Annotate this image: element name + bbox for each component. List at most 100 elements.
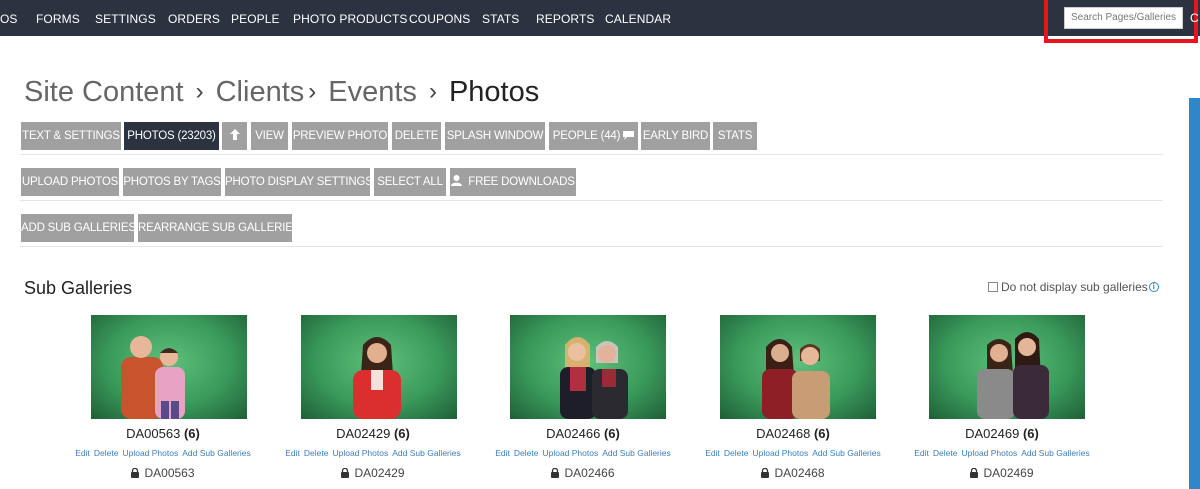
gallery-lock-name: DA02429 (354, 466, 405, 480)
text-settings-button[interactable]: TEXT & SETTINGS (21, 122, 121, 150)
gallery-name: DA02469 (965, 426, 1020, 441)
top-nav: OS FORMS SETTINGS ORDERS PEOPLE PHOTO PR… (0, 0, 1200, 43)
nav-overflow-text: C (1190, 11, 1199, 25)
row-divider (20, 246, 1163, 247)
people-button-label: PEOPLE (44) (552, 130, 621, 142)
upload-photos-link[interactable]: Upload Photos (122, 448, 178, 458)
nav-item-photos[interactable]: OS (0, 12, 18, 26)
add-sub-galleries-link[interactable]: Add Sub Galleries (812, 448, 881, 458)
free-downloads-button[interactable]: FREE DOWNLOADS (450, 168, 576, 196)
gallery-thumbnail[interactable] (301, 315, 457, 419)
hide-sub-galleries-label[interactable]: Do not display sub galleries (1001, 280, 1148, 294)
upload-arrow-button[interactable] (222, 122, 247, 150)
gallery-title[interactable]: DA02469 (6) (897, 426, 1107, 441)
rearrange-sub-galleries-button[interactable]: REARRANGE SUB GALLERIES (138, 214, 300, 242)
nav-item-calendar[interactable]: CALENDAR (605, 12, 671, 26)
people-button[interactable]: PEOPLE (44) (549, 122, 638, 150)
photo-display-settings-button[interactable]: PHOTO DISPLAY SETTINGS (225, 168, 373, 196)
upload-photos-link[interactable]: Upload Photos (332, 448, 388, 458)
breadcrumb-site-content[interactable]: Site Content (24, 76, 184, 109)
search-input[interactable]: Search Pages/Galleries (1064, 7, 1183, 29)
preview-photo-button[interactable]: PREVIEW PHOTO (292, 122, 388, 150)
gallery-lock-row: DA02468 (688, 466, 898, 480)
hide-sub-galleries-checkbox[interactable] (988, 282, 998, 292)
edit-link[interactable]: Edit (914, 448, 929, 458)
gallery-lock-row: DA00563 (58, 466, 268, 480)
photos-by-tags-button[interactable]: PHOTOS BY TAGS (123, 168, 221, 196)
gallery-thumbnail[interactable] (510, 315, 666, 419)
splash-window-button[interactable]: SPLASH WINDOW (445, 122, 545, 150)
gallery-title[interactable]: DA02468 (6) (688, 426, 898, 441)
nav-item-photo-products[interactable]: PHOTO PRODUCTS (293, 12, 408, 26)
gallery-lock-row: DA02469 (897, 466, 1107, 480)
arrow-up-icon (229, 129, 240, 140)
stats-button[interactable]: STATS (713, 122, 757, 150)
user-icon (451, 175, 463, 186)
delete-link[interactable]: Delete (304, 448, 329, 458)
breadcrumb-separator: › (308, 78, 317, 105)
view-button[interactable]: VIEW (251, 122, 288, 150)
row-divider (20, 200, 1163, 201)
delete-link[interactable]: Delete (514, 448, 539, 458)
nav-item-settings[interactable]: SETTINGS (95, 12, 156, 26)
people-photo (560, 337, 628, 419)
gallery-count: (6) (813, 426, 830, 441)
gallery-thumbnail[interactable] (720, 315, 876, 419)
add-sub-galleries-link[interactable]: Add Sub Galleries (182, 448, 251, 458)
nav-item-orders[interactable]: ORDERS (168, 12, 220, 26)
upload-photos-button[interactable]: UPLOAD PHOTOS (21, 168, 119, 196)
free-downloads-label: FREE DOWNLOADS (468, 176, 575, 188)
gallery-lock-name: DA02468 (774, 466, 825, 480)
gallery-name: DA02429 (336, 426, 391, 441)
lock-icon (761, 468, 770, 478)
photos-button[interactable]: PHOTOS (23203) (124, 122, 219, 150)
edit-link[interactable]: Edit (75, 448, 90, 458)
add-sub-galleries-link[interactable]: Add Sub Galleries (602, 448, 671, 458)
delete-link[interactable]: Delete (94, 448, 119, 458)
breadcrumb-events[interactable]: Events (328, 76, 417, 109)
select-all-button[interactable]: SELECT ALL (374, 168, 446, 196)
hide-sub-galleries-option: Do not display sub galleries i (988, 280, 1159, 294)
gallery-count: (6) (603, 426, 620, 441)
breadcrumb-separator: › (428, 78, 437, 105)
add-sub-galleries-link[interactable]: Add Sub Galleries (392, 448, 461, 458)
gallery-title[interactable]: DA02466 (6) (478, 426, 688, 441)
breadcrumb: Site Content › Clients › Events › Photos (24, 76, 539, 112)
info-icon[interactable]: i (1148, 282, 1159, 292)
gallery-title[interactable]: DA00563 (6) (58, 426, 268, 441)
early-bird-button[interactable]: EARLY BIRD (641, 122, 710, 150)
gallery-actions: Edit Delete Upload Photos Add Sub Galleries (58, 448, 268, 458)
add-sub-galleries-link[interactable]: Add Sub Galleries (1021, 448, 1090, 458)
nav-item-forms[interactable]: FORMS (36, 12, 80, 26)
delete-link[interactable]: Delete (933, 448, 958, 458)
nav-item-stats[interactable]: STATS (482, 12, 519, 26)
nav-item-reports[interactable]: REPORTS (536, 12, 595, 26)
edit-link[interactable]: Edit (495, 448, 510, 458)
breadcrumb-separator: › (195, 78, 204, 105)
person-photo (353, 337, 401, 419)
gallery-count: (6) (393, 426, 410, 441)
edit-link[interactable]: Edit (285, 448, 300, 458)
gallery-thumbnail[interactable] (929, 315, 1085, 419)
gallery-actions: Edit Delete Upload Photos Add Sub Galleries (478, 448, 688, 458)
gallery-title[interactable]: DA02429 (6) (268, 426, 478, 441)
gallery-thumbnail[interactable] (91, 315, 247, 419)
nav-item-people[interactable]: PEOPLE (231, 12, 280, 26)
edit-link[interactable]: Edit (705, 448, 720, 458)
breadcrumb-clients[interactable]: Clients (216, 76, 305, 109)
row-divider (20, 154, 1163, 155)
side-feedback-tab[interactable] (1189, 98, 1200, 489)
people-photo (977, 332, 1049, 419)
upload-photos-link[interactable]: Upload Photos (961, 448, 1017, 458)
people-photo (762, 339, 830, 419)
gallery-lock-name: DA02466 (564, 466, 615, 480)
gallery-actions: Edit Delete Upload Photos Add Sub Galleries (268, 448, 478, 458)
add-sub-galleries-button[interactable]: ADD SUB GALLERIES (21, 214, 136, 242)
gallery-name: DA02466 (546, 426, 601, 441)
delete-button[interactable]: DELETE (392, 122, 441, 150)
upload-photos-link[interactable]: Upload Photos (542, 448, 598, 458)
people-photo (121, 336, 185, 419)
delete-link[interactable]: Delete (724, 448, 749, 458)
upload-photos-link[interactable]: Upload Photos (752, 448, 808, 458)
nav-item-coupons[interactable]: COUPONS (409, 12, 470, 26)
